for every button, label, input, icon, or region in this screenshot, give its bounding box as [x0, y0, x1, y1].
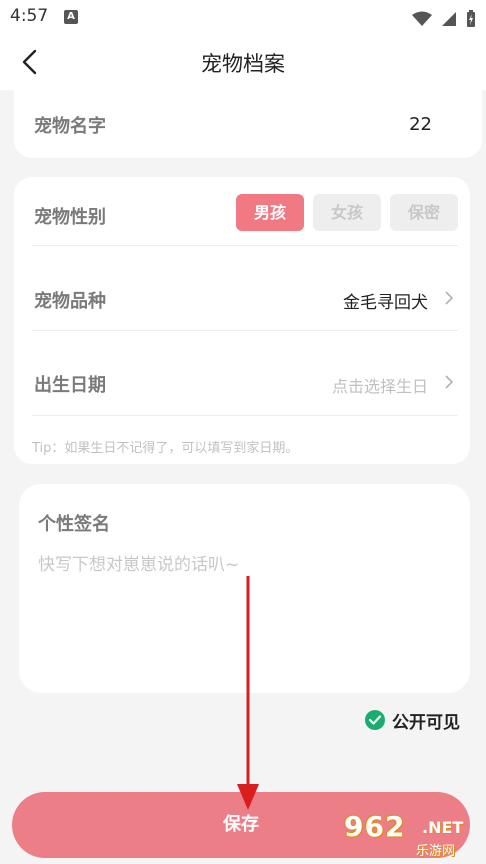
birthday-tip: Tip：如果生日不记得了，可以填写到家日期。 — [32, 441, 299, 456]
gender-option-girl[interactable]: 女孩 — [313, 194, 381, 231]
notification-app-icon: A — [64, 10, 78, 24]
gender-label: 宠物性别 — [34, 207, 106, 228]
status-time: 4:57 — [10, 6, 49, 26]
gender-option-secret[interactable]: 保密 — [390, 194, 458, 231]
chevron-right-icon[interactable] — [442, 291, 456, 305]
breed-value[interactable]: 金毛寻回犬 — [343, 288, 428, 313]
watermark-net: .NET — [422, 818, 464, 837]
page-title: 宠物档案 — [201, 52, 285, 76]
gender-option-boy[interactable]: 男孩 — [236, 194, 304, 231]
public-visible-label: 公开可见 — [392, 712, 460, 733]
status-bar: 4:57 A — [0, 0, 486, 34]
divider — [32, 415, 458, 416]
status-icons — [408, 8, 476, 27]
header: 宠物档案 — [0, 34, 486, 90]
birthday-picker[interactable]: 点击选择生日 — [332, 373, 428, 397]
annotation-arrow-icon — [237, 576, 259, 810]
divider — [32, 330, 458, 331]
pet-info-card: 宠物性别 男孩 女孩 保密 宠物品种 金毛寻回犬 出生日期 点击选择生日 Tip… — [14, 177, 470, 464]
pet-name-value[interactable]: 22 — [409, 114, 432, 135]
pet-name-label: 宠物名字 — [34, 116, 106, 137]
chevron-right-icon[interactable] — [442, 375, 456, 389]
battery-charging-icon — [467, 9, 475, 27]
pet-name-card: 宠物名字 22 — [14, 86, 482, 158]
watermark-site: 乐游网 — [416, 844, 456, 859]
signature-label: 个性签名 — [38, 514, 110, 535]
signal-icon — [441, 11, 456, 26]
check-circle-icon — [365, 710, 385, 730]
wifi-icon — [411, 11, 432, 26]
breed-label: 宠物品种 — [34, 291, 106, 312]
public-visible-toggle[interactable]: 公开可见 — [364, 707, 460, 733]
watermark-962: 962 — [344, 810, 406, 843]
watermark-logo: 962 .NET 乐游网 — [344, 810, 480, 860]
gender-options: 男孩 女孩 保密 — [227, 194, 458, 231]
divider — [32, 245, 458, 246]
birthday-label: 出生日期 — [34, 375, 106, 396]
